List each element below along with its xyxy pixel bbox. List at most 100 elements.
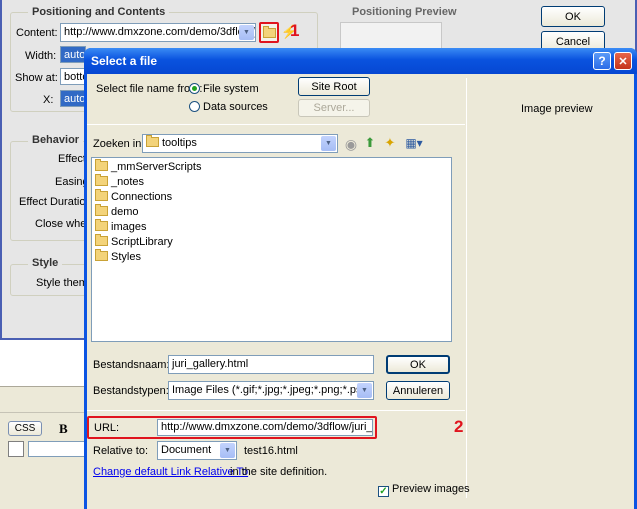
preview-images-label: Preview images: [392, 483, 470, 495]
relative-select[interactable]: Document ▼: [157, 441, 237, 460]
effect-label: Effect: [58, 153, 86, 165]
filename-label: Bestandsnaam:: [93, 359, 170, 371]
up-folder-icon[interactable]: ⬆: [362, 135, 378, 151]
ok-label: OK: [410, 358, 426, 371]
help-button[interactable]: ?: [593, 52, 611, 70]
folder-icon: [146, 135, 159, 147]
cancel-label: Annuleren: [392, 384, 444, 397]
relative-label: Relative to:: [93, 445, 149, 457]
url-value: http://www.dmxzone.com/demo/3dflow/juri_…: [161, 421, 373, 433]
bold-button[interactable]: B: [59, 421, 68, 437]
relative-file: test16.html: [244, 445, 298, 457]
image-preview-label: Image preview: [521, 103, 593, 115]
look-in-value: tooltips: [162, 137, 197, 149]
positioning-preview-box: [340, 22, 442, 50]
url-field[interactable]: http://www.dmxzone.com/demo/3dflow/juri_…: [157, 419, 373, 436]
width-value: auto: [64, 49, 86, 61]
browse-folder-button[interactable]: [259, 22, 279, 43]
folder-icon: [95, 159, 108, 171]
close-button[interactable]: ✕: [614, 52, 632, 70]
checkmark-icon: ✓: [378, 486, 389, 497]
file-name: demo: [111, 206, 139, 218]
x-label: X:: [43, 94, 54, 106]
editor-toolbar-rule: [0, 412, 90, 413]
dialog-titlebar: [84, 48, 637, 74]
marker-2: 2: [454, 417, 464, 436]
showat-label: Show at:: [15, 72, 58, 84]
folder-icon: [95, 204, 108, 216]
preview-title: Positioning Preview: [352, 6, 457, 18]
filetype-value: Image Files (*.gif;*.jpg;*.jpeg;*.png;*.…: [172, 384, 372, 396]
filetype-label: Bestandstypen:: [93, 385, 169, 397]
chevron-down-icon: ▼: [321, 136, 336, 151]
file-name: _mmServerScripts: [111, 161, 202, 173]
file-list-item[interactable]: Connections: [95, 189, 451, 205]
bg-ok-button[interactable]: OK: [541, 6, 605, 27]
filename-value: juri_gallery.html: [172, 358, 249, 370]
view-menu-icon[interactable]: ▦▾: [403, 135, 425, 151]
folder-icon: [95, 249, 108, 261]
select-from-label: Select file name from:: [96, 83, 203, 95]
radio-data-sources-dot: [189, 101, 200, 112]
new-folder-icon[interactable]: ✦: [382, 135, 398, 151]
chevron-down-icon: ▼: [357, 383, 372, 398]
relative-value: Document: [161, 444, 212, 456]
file-list-item[interactable]: ScriptLibrary: [95, 234, 451, 250]
folder-icon: [95, 189, 108, 201]
change-default-link[interactable]: Change default Link Relative To: [93, 466, 248, 478]
positioning-group-title: Positioning and Contents: [28, 6, 170, 18]
behavior-group-title: Behavior: [28, 134, 84, 146]
file-list-item[interactable]: _mmServerScripts: [95, 159, 451, 175]
editor-field[interactable]: [28, 441, 88, 457]
showat-select[interactable]: botto: [60, 68, 86, 85]
radio-data-sources[interactable]: Data sources: [189, 101, 268, 113]
look-in-label: Zoeken in:: [93, 138, 145, 150]
content-value: http://www.dmxzone.com/demo/3dflow/j: [64, 26, 256, 38]
folder-icon: [95, 234, 108, 246]
site-root-label: Site Root: [311, 80, 357, 93]
back-icon[interactable]: ◉: [343, 136, 359, 152]
showat-value: botto: [64, 71, 85, 83]
preview-divider: [466, 78, 467, 498]
style-group-title: Style: [28, 257, 63, 269]
css-button[interactable]: CSS: [8, 421, 42, 436]
marker-1: 1: [290, 21, 300, 40]
server-button[interactable]: Server...: [298, 99, 370, 117]
file-name: Styles: [111, 251, 141, 263]
filename-field[interactable]: juri_gallery.html: [168, 355, 374, 374]
x-field[interactable]: auto: [60, 90, 86, 107]
radio-file-system[interactable]: File system: [189, 83, 259, 95]
file-list-item[interactable]: Styles: [95, 249, 451, 265]
file-list: _mmServerScripts _notes Connections demo…: [91, 157, 452, 342]
ok-button[interactable]: OK: [386, 355, 450, 374]
folder-icon: [262, 25, 276, 38]
radio-data-sources-label: Data sources: [203, 101, 268, 113]
close-icon: ✕: [618, 55, 628, 68]
color-swatch[interactable]: [8, 441, 24, 457]
site-root-button[interactable]: Site Root: [298, 77, 370, 96]
filetype-select[interactable]: Image Files (*.gif;*.jpg;*.jpeg;*.png;*.…: [168, 381, 374, 400]
file-name: Connections: [111, 191, 173, 203]
folder-icon: [95, 174, 108, 186]
width-label: Width:: [25, 50, 57, 62]
file-list-item[interactable]: demo: [95, 204, 451, 220]
file-name: images: [111, 221, 147, 233]
bg-ok-label: OK: [565, 10, 581, 23]
server-label: Server...: [313, 102, 355, 114]
css-button-label: CSS: [14, 423, 36, 434]
file-list-item[interactable]: _notes: [95, 174, 451, 190]
width-field[interactable]: auto: [60, 46, 86, 63]
cancel-button[interactable]: Annuleren: [386, 381, 450, 400]
folder-icon: [95, 219, 108, 231]
separator-bottom: [87, 410, 465, 411]
look-in-select[interactable]: tooltips ▼: [142, 134, 338, 153]
separator-top: [87, 124, 465, 125]
file-name: ScriptLibrary: [111, 236, 173, 248]
radio-file-system-dot: [189, 83, 200, 94]
chevron-down-icon: ▼: [220, 443, 235, 458]
content-select[interactable]: http://www.dmxzone.com/demo/3dflow/j ▼: [60, 23, 256, 42]
file-list-item[interactable]: images: [95, 219, 451, 235]
preview-images-checkbox[interactable]: ✓ Preview images: [378, 483, 470, 497]
radio-file-system-label: File system: [203, 83, 259, 95]
x-value: auto: [64, 93, 86, 105]
